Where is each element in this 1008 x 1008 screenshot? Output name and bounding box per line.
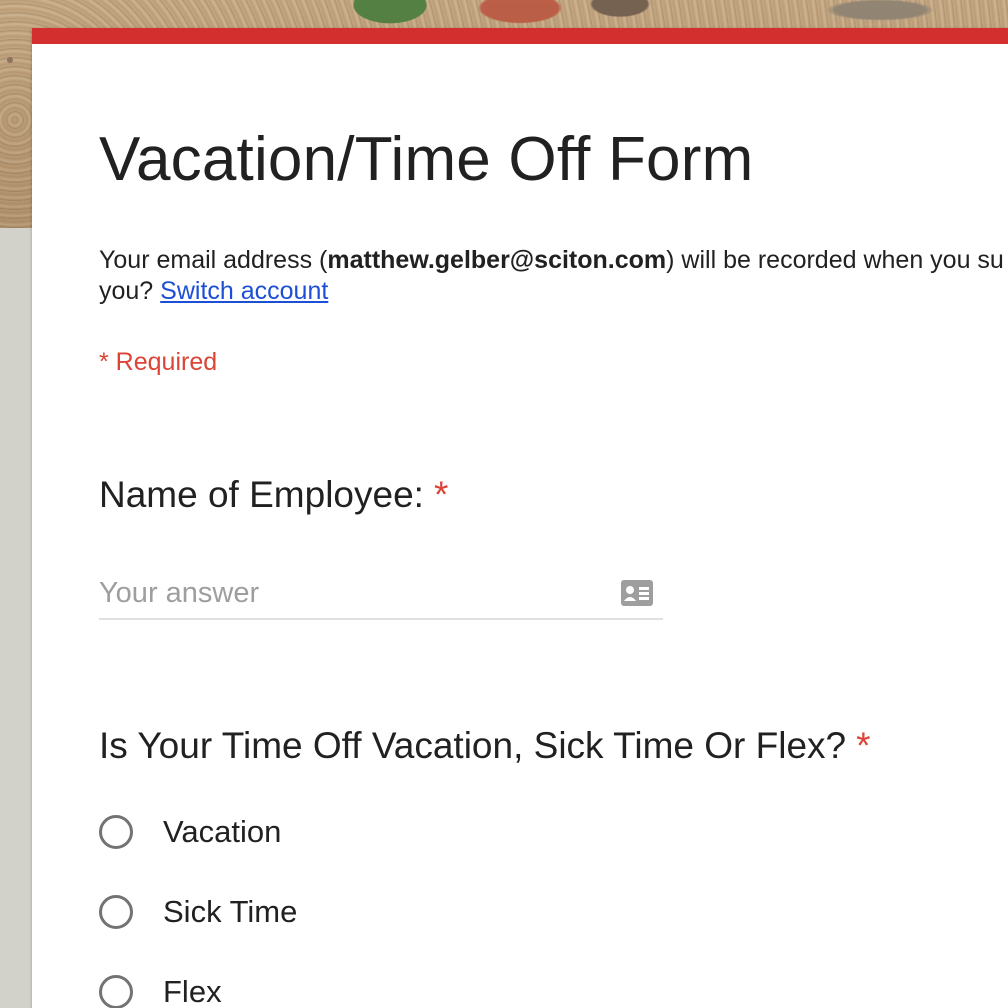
radio-option-vacation[interactable]: Vacation	[99, 812, 281, 852]
radio-button[interactable]	[99, 895, 133, 929]
email-notice-line-1: Your email address (matthew.gelber@scito…	[99, 245, 1008, 276]
question-title-time-off-type: Is Your Time Off Vacation, Sick Time Or …	[99, 725, 871, 767]
contact-card-icon[interactable]	[621, 580, 653, 606]
required-asterisk: *	[856, 725, 871, 766]
radio-option-flex[interactable]: Flex	[99, 972, 222, 1008]
form-card: Vacation/Time Off Form Your email addres…	[32, 28, 1008, 1008]
radio-option-label: Vacation	[163, 814, 282, 849]
radio-option-label: Sick Time	[163, 894, 298, 929]
required-note: * Required	[99, 348, 218, 376]
name-answer-field	[99, 570, 663, 620]
email-notice-line-2: you? Switch account	[99, 276, 1008, 307]
radio-button[interactable]	[99, 975, 133, 1008]
email-notice-suffix: ) will be recorded when you su	[666, 246, 1004, 274]
switch-account-link[interactable]: Switch account	[160, 277, 328, 305]
radio-option-sick-time[interactable]: Sick Time	[99, 892, 297, 932]
email-notice-line2-prefix: you?	[99, 277, 161, 305]
name-of-employee-input[interactable]	[99, 570, 599, 616]
radio-option-label: Flex	[163, 974, 222, 1008]
required-asterisk: *	[433, 474, 449, 515]
form-title: Vacation/Time Off Form	[99, 125, 754, 194]
user-email: matthew.gelber@sciton.com	[327, 246, 667, 274]
email-notice: Your email address (matthew.gelber@scito…	[99, 245, 1008, 307]
radio-button[interactable]	[99, 815, 133, 849]
question-title-text: Name of Employee:	[99, 474, 424, 515]
question-title-text: Is Your Time Off Vacation, Sick Time Or …	[99, 725, 847, 766]
email-notice-prefix: Your email address (	[99, 246, 328, 274]
question-title-name-of-employee: Name of Employee: *	[99, 474, 448, 516]
